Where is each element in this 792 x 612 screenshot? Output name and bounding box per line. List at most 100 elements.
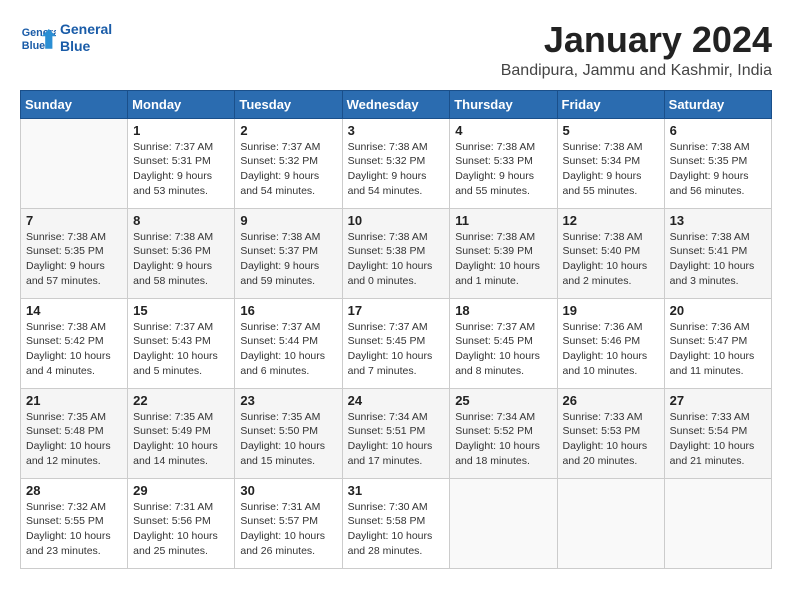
calendar-cell: 28Sunrise: 7:32 AM Sunset: 5:55 PM Dayli… [21,478,128,568]
day-info: Sunrise: 7:37 AM Sunset: 5:45 PM Dayligh… [348,320,445,379]
weekday-row: SundayMondayTuesdayWednesdayThursdayFrid… [21,90,772,118]
day-info: Sunrise: 7:38 AM Sunset: 5:32 PM Dayligh… [348,140,445,199]
day-info: Sunrise: 7:33 AM Sunset: 5:54 PM Dayligh… [670,410,766,469]
day-number: 25 [455,393,551,408]
day-number: 16 [240,303,336,318]
day-number: 10 [348,213,445,228]
week-row-1: 1 Sunrise: 7:37 AM Sunset: 5:31 PM Daylig… [21,118,772,208]
calendar-cell: 17 Sunrise: 7:37 AM Sunset: 5:45 PM Dayli… [342,298,450,388]
day-info: Sunrise: 7:32 AM Sunset: 5:55 PM Dayligh… [26,500,122,559]
calendar-cell: 31 Sunrise: 7:30 AM Sunset: 5:58 PM Dayli… [342,478,450,568]
calendar-cell [450,478,557,568]
header: General Blue General Blue January 2024 B… [20,20,772,80]
day-info: Sunrise: 7:34 AM Sunset: 5:51 PM Dayligh… [348,410,445,469]
calendar-cell: 20 Sunrise: 7:36 AM Sunset: 5:47 PM Dayli… [664,298,771,388]
weekday-header-sunday: Sunday [21,90,128,118]
calendar-cell: 6 Sunrise: 7:38 AM Sunset: 5:35 PM Daylig… [664,118,771,208]
day-info: Sunrise: 7:35 AM Sunset: 5:48 PM Dayligh… [26,410,122,469]
calendar-cell: 4Sunrise: 7:38 AM Sunset: 5:33 PM Daylig… [450,118,557,208]
day-info: Sunrise: 7:37 AM Sunset: 5:31 PM Dayligh… [133,140,229,199]
week-row-4: 21 Sunrise: 7:35 AM Sunset: 5:48 PM Dayli… [21,388,772,478]
day-number: 14 [26,303,122,318]
calendar-cell: 30Sunrise: 7:31 AM Sunset: 5:57 PM Dayli… [235,478,342,568]
calendar-cell: 24 Sunrise: 7:34 AM Sunset: 5:51 PM Dayli… [342,388,450,478]
week-row-3: 14 Sunrise: 7:38 AM Sunset: 5:42 PM Dayli… [21,298,772,388]
logo-general: General [60,21,112,37]
day-info: Sunrise: 7:31 AM Sunset: 5:56 PM Dayligh… [133,500,229,559]
logo: General Blue General Blue [20,20,112,56]
day-number: 15 [133,303,229,318]
day-number: 11 [455,213,551,228]
calendar-cell: 16 Sunrise: 7:37 AM Sunset: 5:44 PM Dayli… [235,298,342,388]
calendar-cell: 23 Sunrise: 7:35 AM Sunset: 5:50 PM Dayli… [235,388,342,478]
calendar-table: SundayMondayTuesdayWednesdayThursdayFrid… [20,90,772,569]
day-number: 17 [348,303,445,318]
day-number: 27 [670,393,766,408]
calendar-cell: 19Sunrise: 7:36 AM Sunset: 5:46 PM Dayli… [557,298,664,388]
week-row-5: 28Sunrise: 7:32 AM Sunset: 5:55 PM Dayli… [21,478,772,568]
day-number: 30 [240,483,336,498]
day-info: Sunrise: 7:38 AM Sunset: 5:36 PM Dayligh… [133,230,229,289]
day-info: Sunrise: 7:37 AM Sunset: 5:44 PM Dayligh… [240,320,336,379]
month-title: January 2024 [501,20,772,60]
calendar-cell: 13Sunrise: 7:38 AM Sunset: 5:41 PM Dayli… [664,208,771,298]
calendar-cell: 25 Sunrise: 7:34 AM Sunset: 5:52 PM Dayli… [450,388,557,478]
day-info: Sunrise: 7:30 AM Sunset: 5:58 PM Dayligh… [348,500,445,559]
day-number: 7 [26,213,122,228]
calendar-cell: 15 Sunrise: 7:37 AM Sunset: 5:43 PM Dayli… [128,298,235,388]
day-number: 8 [133,213,229,228]
day-number: 1 [133,123,229,138]
calendar-header: SundayMondayTuesdayWednesdayThursdayFrid… [21,90,772,118]
day-number: 2 [240,123,336,138]
day-info: Sunrise: 7:38 AM Sunset: 5:34 PM Dayligh… [563,140,659,199]
day-info: Sunrise: 7:38 AM Sunset: 5:41 PM Dayligh… [670,230,766,289]
day-number: 31 [348,483,445,498]
day-number: 6 [670,123,766,138]
day-number: 26 [563,393,659,408]
calendar-cell: 26Sunrise: 7:33 AM Sunset: 5:53 PM Dayli… [557,388,664,478]
calendar-cell: 18Sunrise: 7:37 AM Sunset: 5:45 PM Dayli… [450,298,557,388]
day-info: Sunrise: 7:38 AM Sunset: 5:35 PM Dayligh… [670,140,766,199]
day-info: Sunrise: 7:38 AM Sunset: 5:37 PM Dayligh… [240,230,336,289]
calendar-cell: 21 Sunrise: 7:35 AM Sunset: 5:48 PM Dayli… [21,388,128,478]
day-info: Sunrise: 7:38 AM Sunset: 5:33 PM Dayligh… [455,140,551,199]
day-info: Sunrise: 7:38 AM Sunset: 5:42 PM Dayligh… [26,320,122,379]
day-info: Sunrise: 7:37 AM Sunset: 5:45 PM Dayligh… [455,320,551,379]
day-info: Sunrise: 7:37 AM Sunset: 5:43 PM Dayligh… [133,320,229,379]
day-number: 9 [240,213,336,228]
day-info: Sunrise: 7:36 AM Sunset: 5:47 PM Dayligh… [670,320,766,379]
day-info: Sunrise: 7:37 AM Sunset: 5:32 PM Dayligh… [240,140,336,199]
day-number: 21 [26,393,122,408]
weekday-header-monday: Monday [128,90,235,118]
weekday-header-saturday: Saturday [664,90,771,118]
weekday-header-wednesday: Wednesday [342,90,450,118]
day-number: 22 [133,393,229,408]
calendar-cell: 9 Sunrise: 7:38 AM Sunset: 5:37 PM Daylig… [235,208,342,298]
day-info: Sunrise: 7:35 AM Sunset: 5:50 PM Dayligh… [240,410,336,469]
calendar-cell: 3 Sunrise: 7:38 AM Sunset: 5:32 PM Daylig… [342,118,450,208]
calendar-cell: 7 Sunrise: 7:38 AM Sunset: 5:35 PM Daylig… [21,208,128,298]
day-info: Sunrise: 7:38 AM Sunset: 5:39 PM Dayligh… [455,230,551,289]
logo-blue: Blue [60,38,90,54]
svg-text:Blue: Blue [22,40,45,52]
day-number: 20 [670,303,766,318]
day-number: 23 [240,393,336,408]
location-subtitle: Bandipura, Jammu and Kashmir, India [501,62,772,80]
day-number: 5 [563,123,659,138]
day-info: Sunrise: 7:38 AM Sunset: 5:35 PM Dayligh… [26,230,122,289]
day-info: Sunrise: 7:34 AM Sunset: 5:52 PM Dayligh… [455,410,551,469]
day-number: 29 [133,483,229,498]
calendar-cell: 29 Sunrise: 7:31 AM Sunset: 5:56 PM Dayli… [128,478,235,568]
calendar-cell: 5 Sunrise: 7:38 AM Sunset: 5:34 PM Daylig… [557,118,664,208]
day-number: 24 [348,393,445,408]
day-number: 3 [348,123,445,138]
calendar-cell: 22 Sunrise: 7:35 AM Sunset: 5:49 PM Dayli… [128,388,235,478]
day-info: Sunrise: 7:35 AM Sunset: 5:49 PM Dayligh… [133,410,229,469]
weekday-header-thursday: Thursday [450,90,557,118]
weekday-header-friday: Friday [557,90,664,118]
calendar-cell: 12Sunrise: 7:38 AM Sunset: 5:40 PM Dayli… [557,208,664,298]
week-row-2: 7 Sunrise: 7:38 AM Sunset: 5:35 PM Daylig… [21,208,772,298]
calendar-cell: 1 Sunrise: 7:37 AM Sunset: 5:31 PM Daylig… [128,118,235,208]
calendar-cell: 2 Sunrise: 7:37 AM Sunset: 5:32 PM Daylig… [235,118,342,208]
calendar-cell [557,478,664,568]
